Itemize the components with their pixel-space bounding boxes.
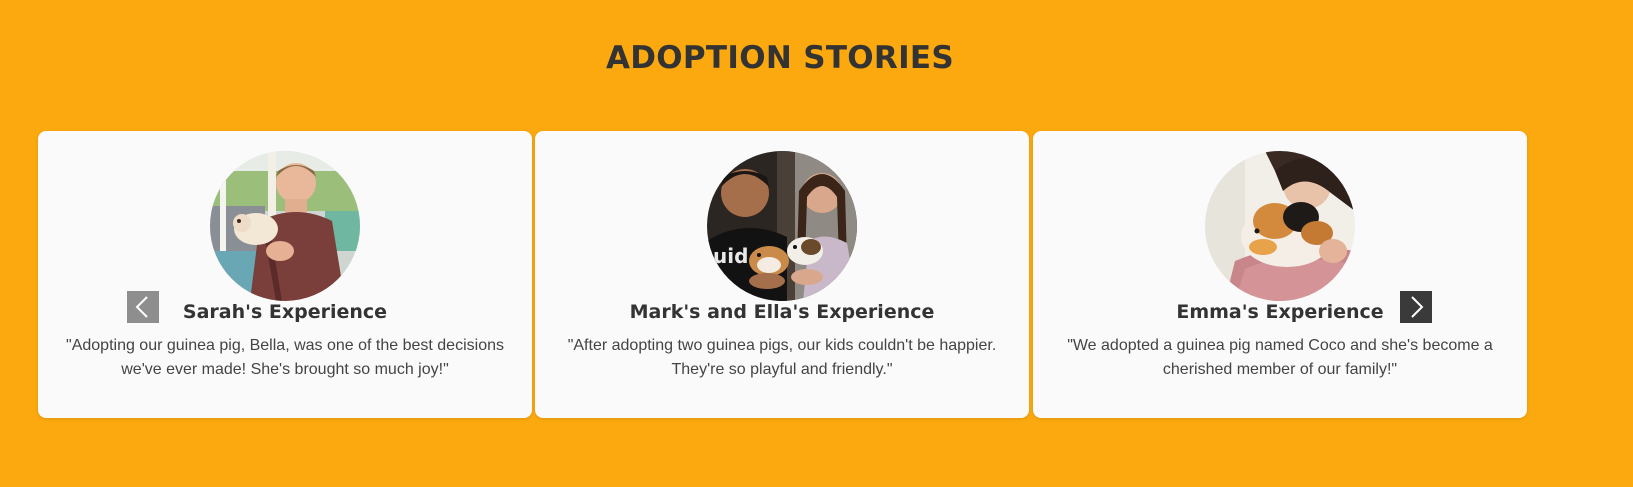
- svg-text:uid: uid: [713, 244, 748, 268]
- story-card-mark-ella: uid Mark's and Ella's Experience "After …: [535, 131, 1029, 418]
- story-name: Sarah's Experience: [182, 301, 388, 323]
- carousel-prev-button[interactable]: [127, 291, 159, 323]
- story-name: Mark's and Ella's Experience: [629, 301, 935, 323]
- avatar-sarah: [210, 151, 360, 301]
- chevron-right-icon: [1400, 291, 1432, 323]
- section-title: ADOPTION STORIES: [605, 40, 955, 76]
- story-quote: "After adopting two guinea pigs, our kid…: [567, 337, 997, 378]
- story-quote: "We adopted a guinea pig named Coco and …: [1067, 337, 1493, 378]
- avatar-mark-ella: uid: [707, 151, 857, 301]
- stories-carousel: Sarah's Experience "Adopting our guinea …: [38, 131, 1528, 418]
- story-card-sarah: Sarah's Experience "Adopting our guinea …: [38, 131, 532, 418]
- story-card-emma: Emma's Experience "We adopted a guinea p…: [1033, 131, 1527, 418]
- story-quote: "Adopting our guinea pig, Bella, was one…: [66, 337, 504, 378]
- story-name: Emma's Experience: [1176, 301, 1384, 323]
- carousel-next-button[interactable]: [1400, 291, 1432, 323]
- chevron-left-icon: [127, 291, 159, 323]
- avatar-emma: [1205, 151, 1355, 301]
